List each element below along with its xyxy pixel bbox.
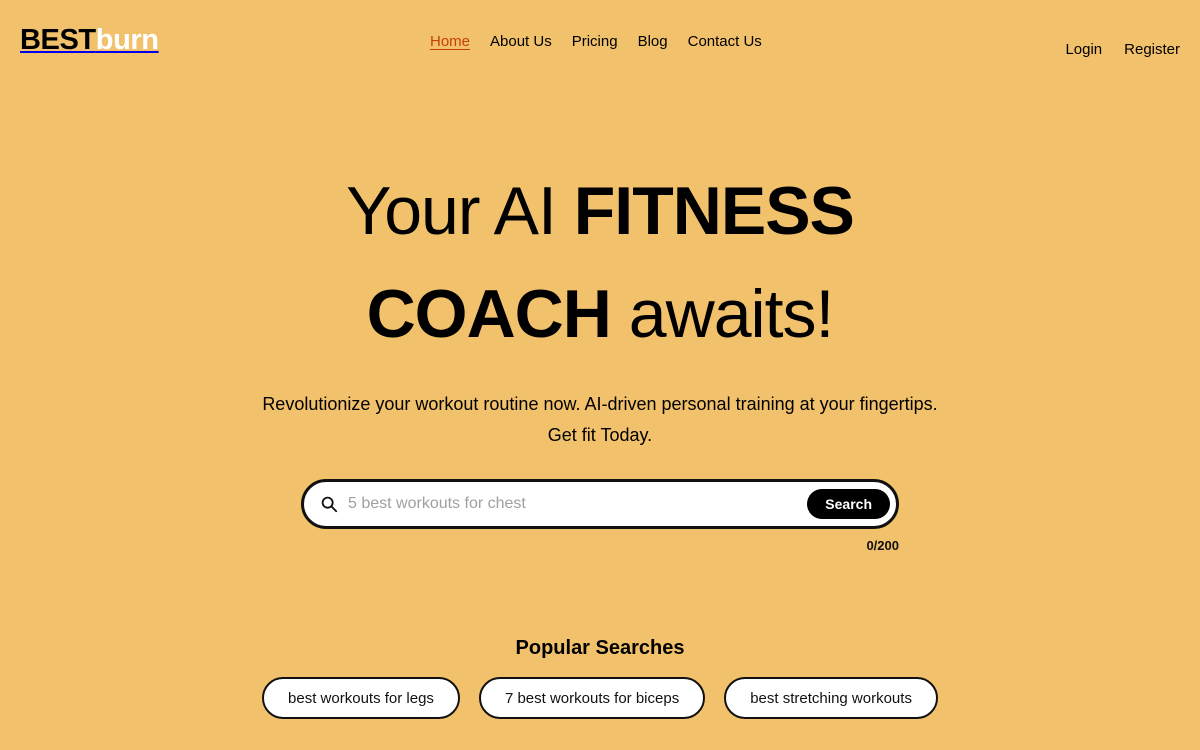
- hero-subtitle: Revolutionize your workout routine now. …: [0, 389, 1200, 451]
- popular-searches-list: best workouts for legs 7 best workouts f…: [0, 677, 1200, 719]
- hero-title-line2-bold: COACH: [366, 276, 612, 352]
- brand-logo[interactable]: BESTburn: [20, 26, 159, 55]
- page-title: Your AI FITNESS COACH awaits!: [0, 160, 1200, 366]
- popular-searches-section: Popular Searches best workouts for legs …: [0, 634, 1200, 719]
- register-link[interactable]: Register: [1124, 39, 1180, 60]
- hero-title-line1-normal: Your AI: [346, 173, 574, 249]
- nav-item-pricing[interactable]: Pricing: [572, 31, 618, 52]
- popular-search-chip[interactable]: 7 best workouts for biceps: [478, 677, 706, 719]
- login-link[interactable]: Login: [1065, 39, 1102, 60]
- popular-search-chip[interactable]: best workouts for legs: [262, 677, 460, 719]
- hero-title-line2-normal: awaits!: [610, 276, 835, 352]
- search-input[interactable]: [348, 486, 808, 522]
- nav-item-home[interactable]: Home: [430, 31, 470, 52]
- brand-logo-secondary: burn: [95, 24, 159, 56]
- hero-subtitle-line1: Revolutionize your workout routine now. …: [262, 394, 938, 414]
- site-header: BESTburn Home About Us Pricing Blog Cont…: [0, 0, 1200, 82]
- search-section: Search 0/200: [301, 479, 899, 553]
- nav-item-blog[interactable]: Blog: [638, 31, 668, 52]
- nav-item-about-us[interactable]: About Us: [490, 31, 552, 52]
- search-button[interactable]: Search: [807, 489, 890, 519]
- hero-section: Your AI FITNESS COACH awaits! Revolution…: [0, 160, 1200, 451]
- nav-item-contact-us[interactable]: Contact Us: [688, 31, 762, 52]
- auth-navigation: Login Register: [1065, 39, 1180, 60]
- hero-subtitle-line2: Get fit Today.: [547, 425, 653, 445]
- character-counter: 0/200: [866, 538, 899, 553]
- main-navigation: Home About Us Pricing Blog Contact Us: [430, 31, 762, 52]
- hero-title-line1-bold: FITNESS: [573, 173, 855, 249]
- popular-searches-title: Popular Searches: [515, 637, 685, 659]
- search-icon: [321, 496, 338, 513]
- popular-search-chip[interactable]: best stretching workouts: [724, 677, 938, 719]
- brand-logo-primary: BEST: [20, 24, 96, 56]
- search-bar[interactable]: Search: [301, 479, 899, 529]
